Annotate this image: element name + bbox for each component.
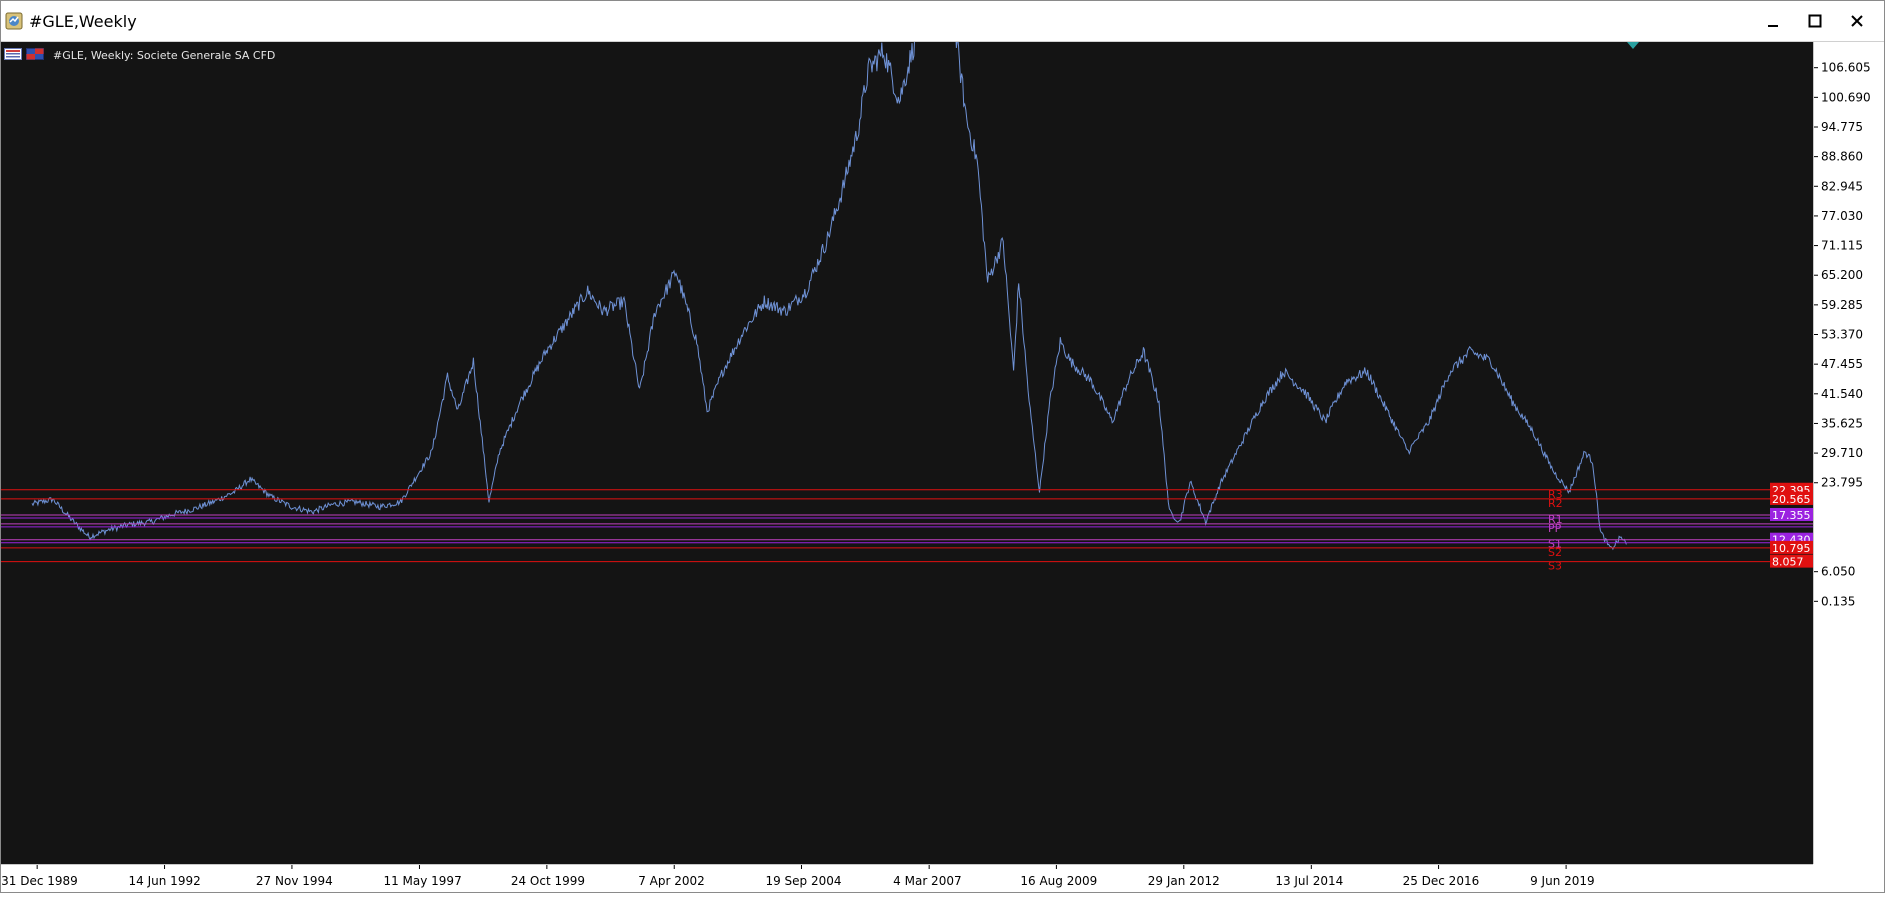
level-price-label: 20.565 <box>1772 493 1811 506</box>
time-tick-label: 24 Oct 1999 <box>511 874 585 888</box>
maximize-button[interactable] <box>1792 1 1838 41</box>
pivot-label-pp: PP <box>1548 522 1562 535</box>
price-tick-label: 71.115 <box>1821 239 1863 253</box>
minimize-button[interactable] <box>1750 1 1796 41</box>
price-tick-label: 94.775 <box>1821 120 1863 134</box>
price-tick-label: 88.860 <box>1821 150 1863 164</box>
time-tick-label: 13 Jul 2014 <box>1275 874 1343 888</box>
price-tick-label: 82.945 <box>1821 179 1863 193</box>
price-tick-label: 0.135 <box>1821 594 1855 608</box>
price-tick-label: 29.710 <box>1821 446 1863 460</box>
time-tick-label: 27 Nov 1994 <box>256 874 333 888</box>
time-scale[interactable]: 31 Dec 1989 14 Jun 1992 27 Nov 1994 11 May … <box>1 864 1813 892</box>
time-tick-label: 7 Apr 2002 <box>638 874 705 888</box>
chart-window: #GLE,Weekly R3 R2 R1 PP S1 S2 S3 22.395 20.565 17… <box>0 0 1885 893</box>
pivot-label-r2: R2 <box>1548 497 1563 510</box>
price-tick-label: 106.605 <box>1821 61 1871 75</box>
level-price-label: 8.057 <box>1772 556 1804 569</box>
chart-window-icon <box>5 12 23 30</box>
time-tick-label: 9 Jun 2019 <box>1530 874 1595 888</box>
pivot-label-s2: S2 <box>1548 546 1562 559</box>
time-tick-label: 19 Sep 2004 <box>765 874 841 888</box>
time-tick-label: 11 May 1997 <box>383 874 461 888</box>
time-tick-label: 4 Mar 2007 <box>893 874 961 888</box>
title-bar[interactable]: #GLE,Weekly <box>1 1 1884 42</box>
time-tick-label: 16 Aug 2009 <box>1020 874 1097 888</box>
price-series-line <box>31 0 1627 551</box>
time-tick-label: 25 Dec 2016 <box>1403 874 1480 888</box>
price-tick-label: 65.200 <box>1821 268 1863 282</box>
price-axis: 106.605 100.690 94.775 88.860 82.945 77.030 71… <box>1814 61 1871 608</box>
close-icon <box>1851 15 1863 27</box>
level-price-label: 10.795 <box>1772 542 1811 555</box>
price-chart[interactable]: R3R2R1PPS1S2S322.39520.56517.35512.43010… <box>1 0 1813 864</box>
time-tick-label: 29 Jan 2012 <box>1148 874 1220 888</box>
level-price-label: 17.355 <box>1772 509 1811 522</box>
close-button[interactable] <box>1834 1 1880 41</box>
price-tick-label: 100.690 <box>1821 90 1871 104</box>
price-tick-label: 47.455 <box>1821 357 1863 371</box>
price-tick-label: 35.625 <box>1821 416 1863 430</box>
price-scale[interactable]: 106.605 100.690 94.775 88.860 82.945 77.030 71… <box>1813 42 1883 864</box>
chart-list-icon[interactable] <box>4 48 22 60</box>
pivot-label-s3: S3 <box>1548 560 1562 573</box>
price-tick-label: 77.030 <box>1821 209 1863 223</box>
time-axis: 31 Dec 1989 14 Jun 1992 27 Nov 1994 11 May … <box>1 865 1595 888</box>
chart-header-label: #GLE, Weekly: Societe Generale SA CFD <box>53 49 276 62</box>
chart-canvas[interactable]: R3 R2 R1 PP S1 S2 S3 22.395 20.565 17.355 12.430 10… <box>1 0 1813 864</box>
price-tick-label: 6.050 <box>1821 565 1855 579</box>
minimize-icon <box>1768 25 1778 27</box>
price-tick-label: 41.540 <box>1821 387 1863 401</box>
price-tick-label: 53.370 <box>1821 328 1863 342</box>
time-tick-label: 31 Dec 1989 <box>1 874 78 888</box>
time-tick-label: 14 Jun 1992 <box>129 874 201 888</box>
maximize-icon <box>1808 14 1822 28</box>
price-tick-label: 59.285 <box>1821 298 1863 312</box>
one-click-trading-icon[interactable] <box>1627 42 1639 50</box>
price-tick-label: 23.795 <box>1821 476 1863 490</box>
window-title: #GLE,Weekly <box>29 12 137 31</box>
flag-icon[interactable] <box>26 48 44 60</box>
